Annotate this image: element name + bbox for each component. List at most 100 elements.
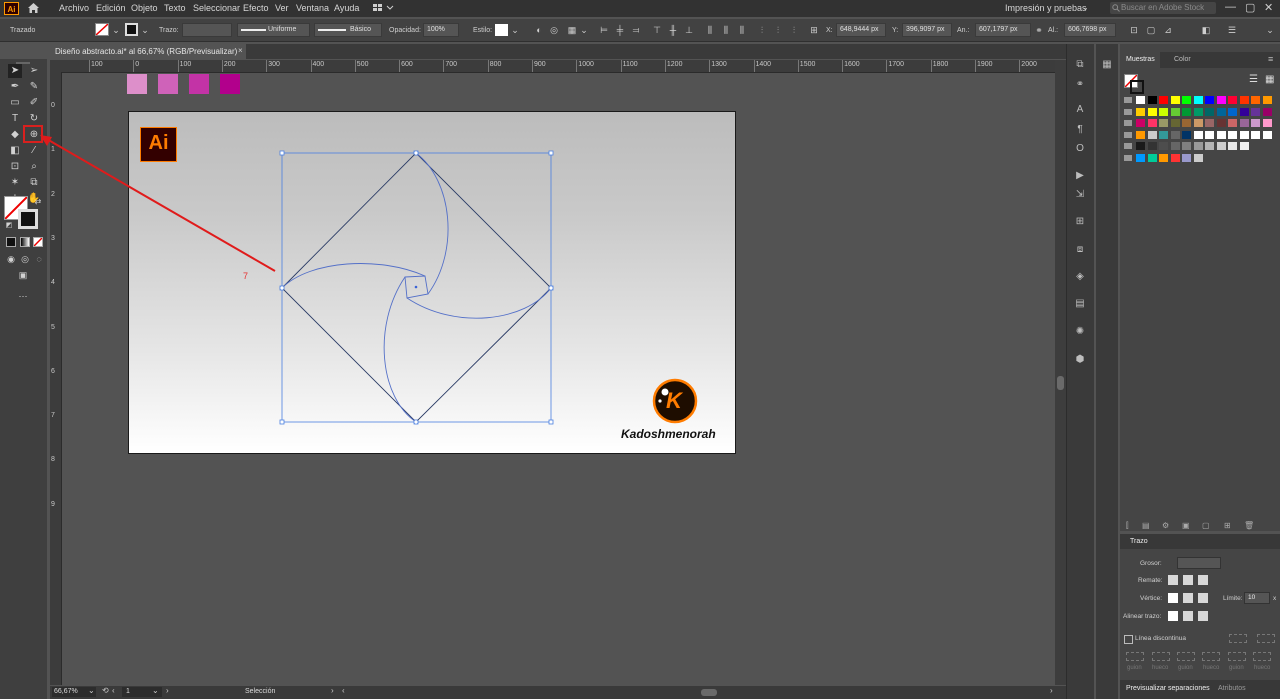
menu-archivo[interactable]: Archivo — [59, 3, 89, 13]
swatch[interactable] — [1193, 153, 1203, 162]
grid-view-icon[interactable]: ▦ — [1265, 74, 1274, 85]
swatch[interactable] — [1182, 153, 1191, 162]
actions-icon[interactable]: ▶ — [1073, 170, 1087, 182]
swatch-group-folder-icon[interactable] — [1124, 154, 1132, 161]
shape-icon[interactable]: ▢ — [1145, 24, 1157, 36]
swatch[interactable] — [1159, 153, 1168, 162]
link-icon[interactable]: ⚭ — [1033, 24, 1045, 36]
default-colors-icon[interactable]: ◩ — [2, 219, 16, 233]
swatch-options-icon[interactable]: ⚙ — [1162, 521, 1169, 530]
workspace-switcher[interactable]: Impresión y pruebas — [1005, 3, 1087, 13]
distribute-icon[interactable]: ⫶ — [788, 24, 800, 36]
stroke-weight-input[interactable] — [1177, 557, 1221, 569]
align-center-v-icon[interactable]: ╫ — [667, 24, 679, 36]
transform-icon[interactable]: ⊡ — [1128, 24, 1140, 36]
style-swatch[interactable] — [495, 24, 508, 36]
chevron-down-icon[interactable]: ⌄ — [152, 686, 159, 695]
horizontal-scroll-thumb[interactable] — [701, 689, 717, 696]
close-tab-icon[interactable]: × — [238, 46, 243, 55]
isolate-icon[interactable]: ◧ — [1200, 24, 1212, 36]
butt-cap-button[interactable] — [1168, 575, 1178, 585]
chevron-down-icon[interactable]: ⌄ — [139, 24, 151, 36]
swatch[interactable] — [1159, 130, 1168, 139]
swatch[interactable] — [1182, 119, 1191, 127]
swatch[interactable] — [1136, 153, 1145, 162]
document-tab[interactable]: Diseño abstracto.ai* al 66,67% (RGB/Prev… — [50, 44, 246, 59]
swatch[interactable] — [1239, 107, 1249, 116]
swatch[interactable] — [1228, 142, 1237, 150]
swatch[interactable] — [1239, 142, 1249, 150]
gradient-panel-icon[interactable]: ▤ — [1073, 298, 1087, 310]
menu-ayuda[interactable]: Ayuda — [334, 3, 359, 13]
chevron-down-icon[interactable]: ⌄ — [88, 686, 95, 695]
y-field[interactable]: 396,9097 px — [902, 23, 952, 37]
chevron-down-icon[interactable]: ⌄ — [1264, 24, 1276, 36]
swatch[interactable] — [1251, 130, 1260, 139]
miter-join-button[interactable] — [1168, 593, 1178, 603]
swatch[interactable] — [1205, 96, 1214, 104]
stroke-swatch[interactable] — [18, 209, 38, 229]
vertical-scrollbar[interactable] — [1055, 60, 1066, 685]
links-icon[interactable]: ⚭ — [1073, 79, 1087, 91]
gradient-tool-icon[interactable]: ◧ — [8, 144, 22, 158]
chevron-down-icon[interactable]: ⌄ — [509, 24, 521, 36]
align-right-icon[interactable]: ⫤ — [630, 24, 642, 36]
swatch[interactable] — [1170, 96, 1180, 104]
swatch-group-folder-icon[interactable] — [1124, 143, 1132, 149]
height-field[interactable]: 606,7698 px — [1064, 23, 1116, 37]
swatch[interactable] — [1182, 96, 1191, 104]
swatch[interactable] — [1136, 130, 1145, 139]
align-icon[interactable]: ▦ — [566, 24, 578, 36]
swatch[interactable] — [1262, 107, 1272, 116]
direct-selection-tool-icon[interactable]: ➢ — [27, 64, 41, 78]
swatch[interactable] — [1147, 142, 1157, 150]
recolor-icon[interactable]: ◐ — [533, 24, 545, 36]
distribute-icon[interactable]: ⫶ — [756, 24, 768, 36]
swatch[interactable] — [1251, 107, 1260, 116]
arrange-documents-icon[interactable] — [373, 3, 395, 13]
swatch[interactable] — [1159, 107, 1168, 116]
gap-field-2[interactable] — [1202, 652, 1220, 661]
limit-input[interactable]: 10 — [1244, 592, 1270, 604]
swatch[interactable] — [1147, 130, 1157, 139]
delete-swatch-icon[interactable]: 🗑 — [1244, 521, 1254, 530]
ruler-origin[interactable] — [50, 60, 61, 72]
gradient-mode-icon[interactable] — [20, 237, 30, 247]
rotate-tool-icon[interactable]: ↻ — [27, 112, 41, 126]
chevron-down-icon[interactable]: ⌄ — [110, 24, 122, 36]
layers-icon[interactable]: ◈ — [1073, 271, 1087, 283]
next-page-icon[interactable]: › — [166, 686, 169, 695]
swatch[interactable] — [1193, 142, 1203, 150]
swap-colors-icon[interactable]: ⇄ — [31, 195, 45, 209]
swatch[interactable] — [1216, 119, 1226, 127]
swatch[interactable] — [1182, 107, 1191, 116]
previous-page-icon[interactable]: ‹ — [112, 686, 115, 695]
swatch[interactable] — [1170, 107, 1180, 116]
draw-mode-icon[interactable]: ◉ — [4, 252, 18, 266]
stroke-color-button[interactable] — [125, 23, 138, 36]
panel-menu-icon[interactable]: ≡ — [1268, 54, 1273, 64]
library-icon[interactable]: ⫿ — [1126, 521, 1129, 531]
play-icon[interactable]: › — [331, 686, 334, 695]
zoom-tool-icon[interactable]: ⌕ — [27, 160, 41, 174]
align-outside-stroke-button[interactable] — [1198, 611, 1208, 621]
panel-menu-icon[interactable]: ☰ — [1226, 24, 1238, 36]
vertical-ruler[interactable]: 0 1 2 3 4 5 6 7 8 9 — [50, 72, 62, 685]
round-join-button[interactable] — [1183, 593, 1193, 603]
swatch[interactable] — [1170, 153, 1180, 162]
swatch[interactable] — [1239, 119, 1249, 127]
align-left-icon[interactable]: ⊨ — [598, 24, 610, 36]
dash-field-3[interactable] — [1228, 652, 1246, 661]
round-cap-button[interactable] — [1183, 575, 1193, 585]
chevron-down-icon[interactable]: ⌄ — [578, 24, 590, 36]
align-center-stroke-button[interactable] — [1168, 611, 1178, 621]
menu-seleccionar[interactable]: Seleccionar — [193, 3, 240, 13]
swatch[interactable] — [1182, 142, 1191, 150]
show-kinds-icon[interactable]: ▤ — [1142, 521, 1150, 530]
swatch-group-folder-icon[interactable] — [1124, 97, 1132, 103]
screen-mode-icon[interactable]: ▣ — [16, 268, 30, 282]
rotate-view-icon[interactable]: ⟲ — [102, 686, 109, 695]
distribute-icon[interactable]: ⫼ — [736, 24, 748, 36]
draw-behind-icon[interactable]: ◎ — [18, 252, 32, 266]
symbol-sprayer-tool-icon[interactable]: ✶ — [8, 176, 22, 190]
